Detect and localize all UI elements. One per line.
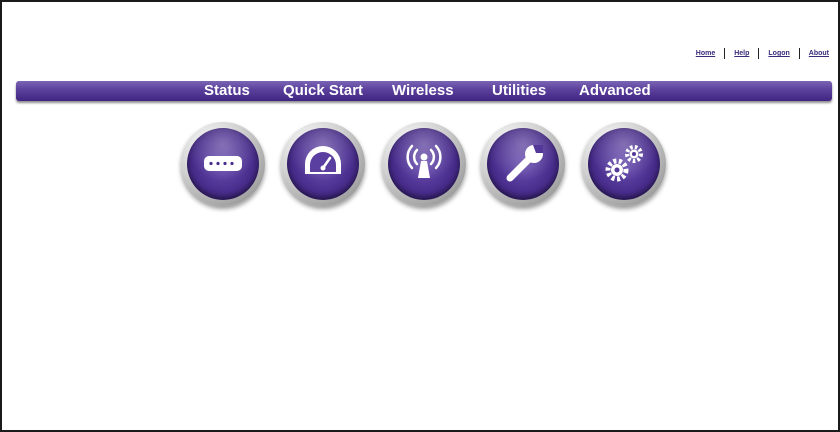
wireless-antenna-icon [406,144,442,178]
link-divider [758,48,760,59]
link-divider [798,48,800,59]
page-frame: Home Help Logon About Status Quick Start… [0,0,840,432]
advanced-icon-button[interactable] [582,122,666,206]
nav-quick-start[interactable]: Quick Start [283,81,363,101]
quick-start-icon-button[interactable] [281,122,365,206]
wireless-icon-button[interactable] [382,122,466,206]
speedometer-icon [305,146,341,174]
help-link[interactable]: Help [731,50,752,57]
nav-advanced[interactable]: Advanced [579,81,651,101]
utilities-icon-button[interactable] [481,122,565,206]
wrench-icon [506,145,543,182]
gears-icon [605,145,643,182]
nav-status[interactable]: Status [204,81,250,101]
router-icon [204,156,242,171]
main-nav-bar: Status Quick Start Wireless Utilities Ad… [16,81,832,101]
home-link[interactable]: Home [693,50,718,57]
nav-wireless[interactable]: Wireless [392,81,454,101]
status-icon-button[interactable] [181,122,265,206]
nav-utilities[interactable]: Utilities [492,81,546,101]
link-divider [724,48,726,59]
about-link[interactable]: About [806,50,832,57]
logon-link[interactable]: Logon [765,50,792,57]
top-links: Home Help Logon About [693,48,832,59]
